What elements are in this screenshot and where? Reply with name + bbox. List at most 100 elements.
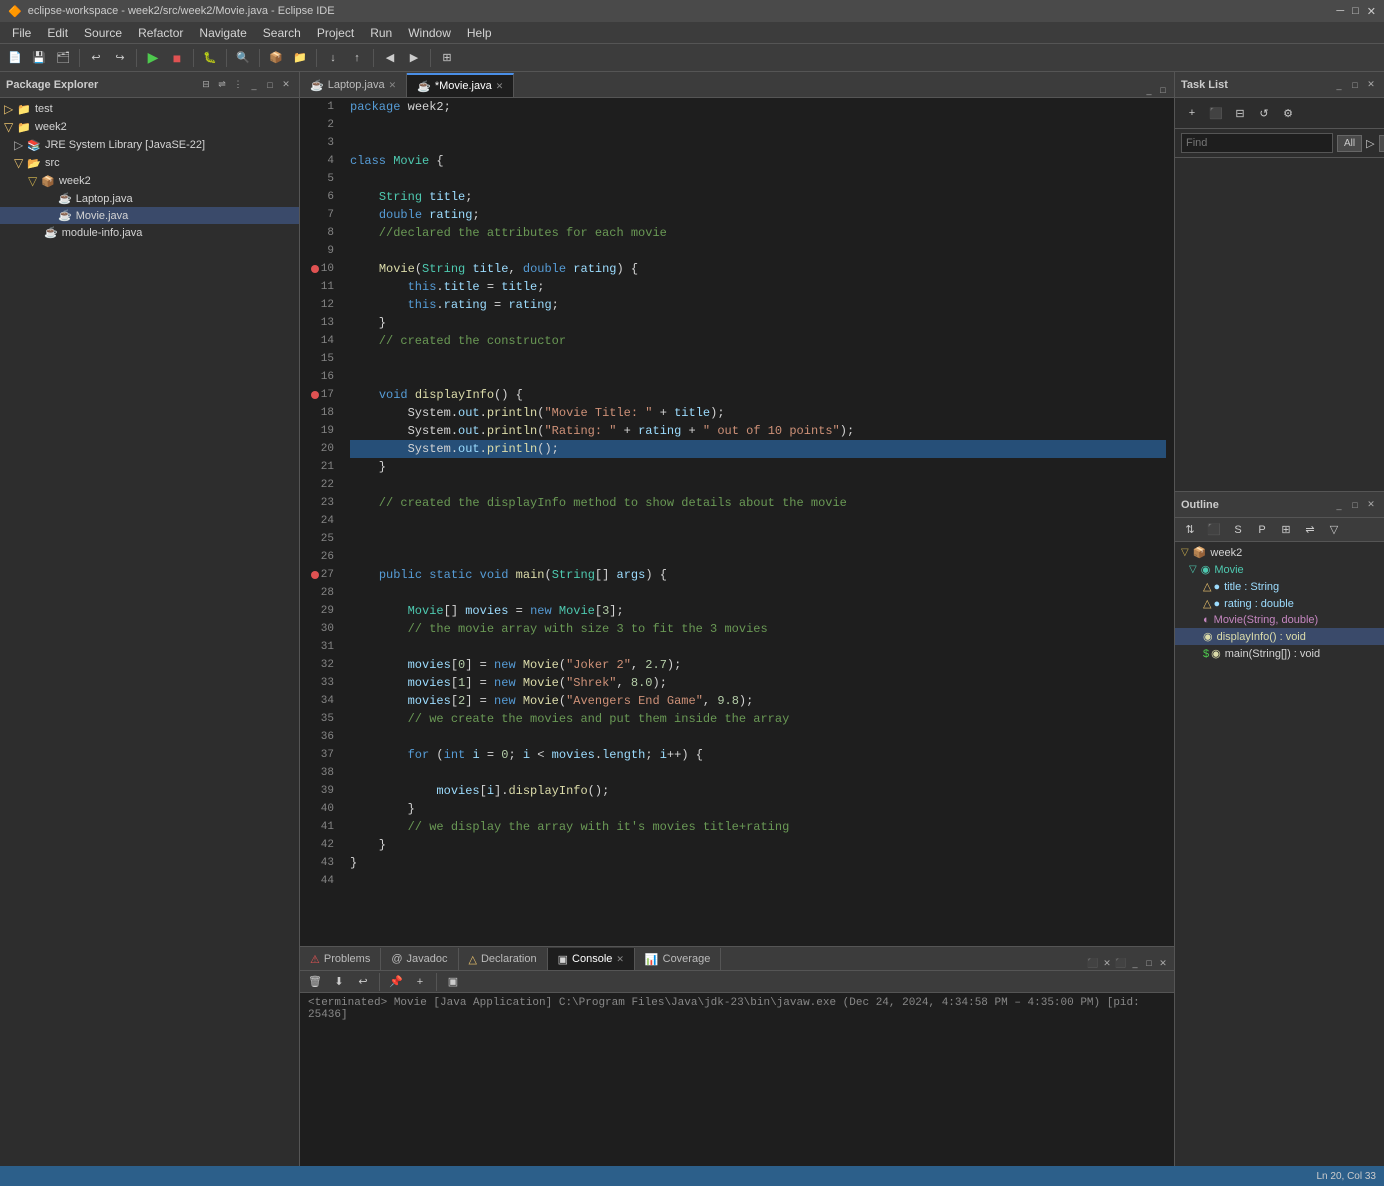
prev-annotation-button[interactable]: ↑: [346, 47, 368, 69]
console-maximize-button[interactable]: □: [1142, 956, 1156, 970]
open-type-button[interactable]: 📦: [265, 47, 287, 69]
tab-close-console[interactable]: ✕: [616, 954, 624, 965]
ol-item-rating[interactable]: △ ● rating : double: [1175, 595, 1384, 612]
tl-all-button[interactable]: All: [1337, 135, 1362, 152]
console-content[interactable]: <terminated> Movie [Java Application] C:…: [300, 993, 1174, 1166]
menu-help[interactable]: Help: [459, 24, 500, 42]
run-button[interactable]: ▶: [142, 47, 164, 69]
tab-close-laptop[interactable]: ✕: [389, 80, 397, 91]
console-minimize-button[interactable]: _: [1128, 956, 1142, 970]
tl-new-button[interactable]: +: [1181, 102, 1203, 124]
maximize-view-button[interactable]: ⊞: [436, 47, 458, 69]
tab-console[interactable]: ▣ Console ✕: [548, 948, 635, 970]
undo-button[interactable]: ↩: [85, 47, 107, 69]
save-button[interactable]: 💾: [28, 47, 50, 69]
menu-file[interactable]: File: [4, 24, 39, 42]
tree-item-movie[interactable]: ☕ Movie.java: [0, 207, 299, 224]
console-toolbar-btn2[interactable]: ✕: [1100, 956, 1114, 970]
ol-hide-static-button[interactable]: S: [1227, 519, 1249, 541]
tl-maximize-button[interactable]: □: [1348, 78, 1362, 92]
ol-close-button[interactable]: ✕: [1364, 498, 1378, 512]
search-button[interactable]: 🔍: [232, 47, 254, 69]
ol-settings-button[interactable]: ▽: [1323, 519, 1345, 541]
ol-item-main[interactable]: $ ◉ main(String[]) : void: [1175, 645, 1384, 662]
menu-source[interactable]: Source: [76, 24, 130, 42]
code-content[interactable]: package week2; class Movie { String titl…: [342, 98, 1174, 946]
ol-item-displayinfo[interactable]: ◉ displayInfo() : void: [1175, 628, 1384, 645]
ol-hide-nonpublic-button[interactable]: P: [1251, 519, 1273, 541]
menu-project[interactable]: Project: [309, 24, 362, 42]
tl-activate-button[interactable]: Activate...: [1379, 135, 1384, 152]
tree-item-jre[interactable]: ▷ 📚 JRE System Library [JavaSE-22]: [0, 136, 299, 154]
ol-hide-fields-button[interactable]: ⬛: [1203, 519, 1225, 541]
back-button[interactable]: ◀: [379, 47, 401, 69]
ol-sort-button[interactable]: ⇅: [1179, 519, 1201, 541]
next-annotation-button[interactable]: ↓: [322, 47, 344, 69]
tl-close-button[interactable]: ✕: [1364, 78, 1378, 92]
tab-declaration[interactable]: △ Declaration: [459, 948, 548, 970]
ol-link-button[interactable]: ⇌: [1299, 519, 1321, 541]
ol-field-icon-rating: ●: [1213, 598, 1220, 610]
outline-header: Outline _ □ ✕: [1175, 492, 1384, 518]
debug-button[interactable]: 🐛: [199, 47, 221, 69]
tree-item-laptop[interactable]: ☕ Laptop.java: [0, 190, 299, 207]
tl-filter-button[interactable]: ⬛: [1205, 102, 1227, 124]
ol-item-title[interactable]: △ ● title : String: [1175, 578, 1384, 595]
editor-maximize-button[interactable]: □: [1156, 83, 1170, 97]
task-list-search-input[interactable]: [1181, 133, 1333, 153]
pe-link-button[interactable]: ⇌: [215, 78, 229, 92]
console-pin-button[interactable]: 📌: [385, 971, 407, 993]
pe-menu-button[interactable]: ⋮: [231, 78, 245, 92]
menu-refactor[interactable]: Refactor: [130, 24, 191, 42]
tl-refresh-button[interactable]: ↺: [1253, 102, 1275, 124]
ol-item-constructor[interactable]: ◐ Movie(String, double): [1175, 612, 1384, 628]
console-close-button[interactable]: ✕: [1156, 956, 1170, 970]
pe-maximize-button[interactable]: □: [263, 78, 277, 92]
tree-item-week2-pkg[interactable]: ▽ 📦 week2: [0, 172, 299, 190]
tab-coverage[interactable]: 📊 Coverage: [635, 948, 721, 970]
tree-item-week2[interactable]: ▽ 📁 week2: [0, 118, 299, 136]
minimize-button[interactable]: ─: [1336, 5, 1344, 18]
tab-laptop[interactable]: ☕ Laptop.java ✕: [300, 73, 407, 97]
ol-item-movie-class[interactable]: ▽ ◉ Movie: [1175, 561, 1384, 578]
ol-item-week2[interactable]: ▽ 📦 week2: [1175, 544, 1384, 561]
pe-close-button[interactable]: ✕: [279, 78, 293, 92]
tab-javadoc[interactable]: @ Javadoc: [381, 948, 458, 970]
console-toolbar-btn3[interactable]: ⬛: [1114, 956, 1128, 970]
open-resource-button[interactable]: 📁: [289, 47, 311, 69]
tree-item-module[interactable]: ☕ module-info.java: [0, 224, 299, 241]
tl-arrow-button[interactable]: ▷: [1366, 132, 1374, 154]
menu-run[interactable]: Run: [362, 24, 400, 42]
console-clear-button[interactable]: 🗑: [304, 971, 326, 993]
tab-problems[interactable]: ⚠ Problems: [300, 948, 381, 970]
tab-close-movie[interactable]: ✕: [496, 81, 504, 92]
console-word-wrap-button[interactable]: ↩: [352, 971, 374, 993]
close-button[interactable]: ✕: [1367, 5, 1376, 18]
pe-minimize-button[interactable]: _: [247, 78, 261, 92]
forward-button[interactable]: ▶: [403, 47, 425, 69]
console-toolbar-btn1[interactable]: ⬛: [1086, 956, 1100, 970]
tl-settings-button[interactable]: ⚙: [1277, 102, 1299, 124]
tab-movie[interactable]: ☕ *Movie.java ✕: [407, 73, 514, 97]
pe-collapse-button[interactable]: ⊟: [199, 78, 213, 92]
stop-button[interactable]: ■: [166, 47, 188, 69]
tree-item-test[interactable]: ▷ 📁 test: [0, 100, 299, 118]
console-open-button[interactable]: ▣: [442, 971, 464, 993]
maximize-button[interactable]: □: [1352, 5, 1359, 18]
ol-expand-button[interactable]: ⊞: [1275, 519, 1297, 541]
new-button[interactable]: 📄: [4, 47, 26, 69]
menu-edit[interactable]: Edit: [39, 24, 76, 42]
tl-collapse-button[interactable]: ⊟: [1229, 102, 1251, 124]
ol-minimize-button[interactable]: _: [1332, 498, 1346, 512]
menu-search[interactable]: Search: [255, 24, 309, 42]
console-scroll-lock-button[interactable]: ⬇: [328, 971, 350, 993]
editor-minimize-button[interactable]: _: [1142, 83, 1156, 97]
menu-navigate[interactable]: Navigate: [191, 24, 254, 42]
tree-item-src[interactable]: ▽ 📂 src: [0, 154, 299, 172]
tl-minimize-button[interactable]: _: [1332, 78, 1346, 92]
ol-maximize-button[interactable]: □: [1348, 498, 1362, 512]
console-new-button[interactable]: +: [409, 971, 431, 993]
redo-button[interactable]: ↪: [109, 47, 131, 69]
save-all-button[interactable]: 🗂: [52, 47, 74, 69]
menu-window[interactable]: Window: [400, 24, 459, 42]
